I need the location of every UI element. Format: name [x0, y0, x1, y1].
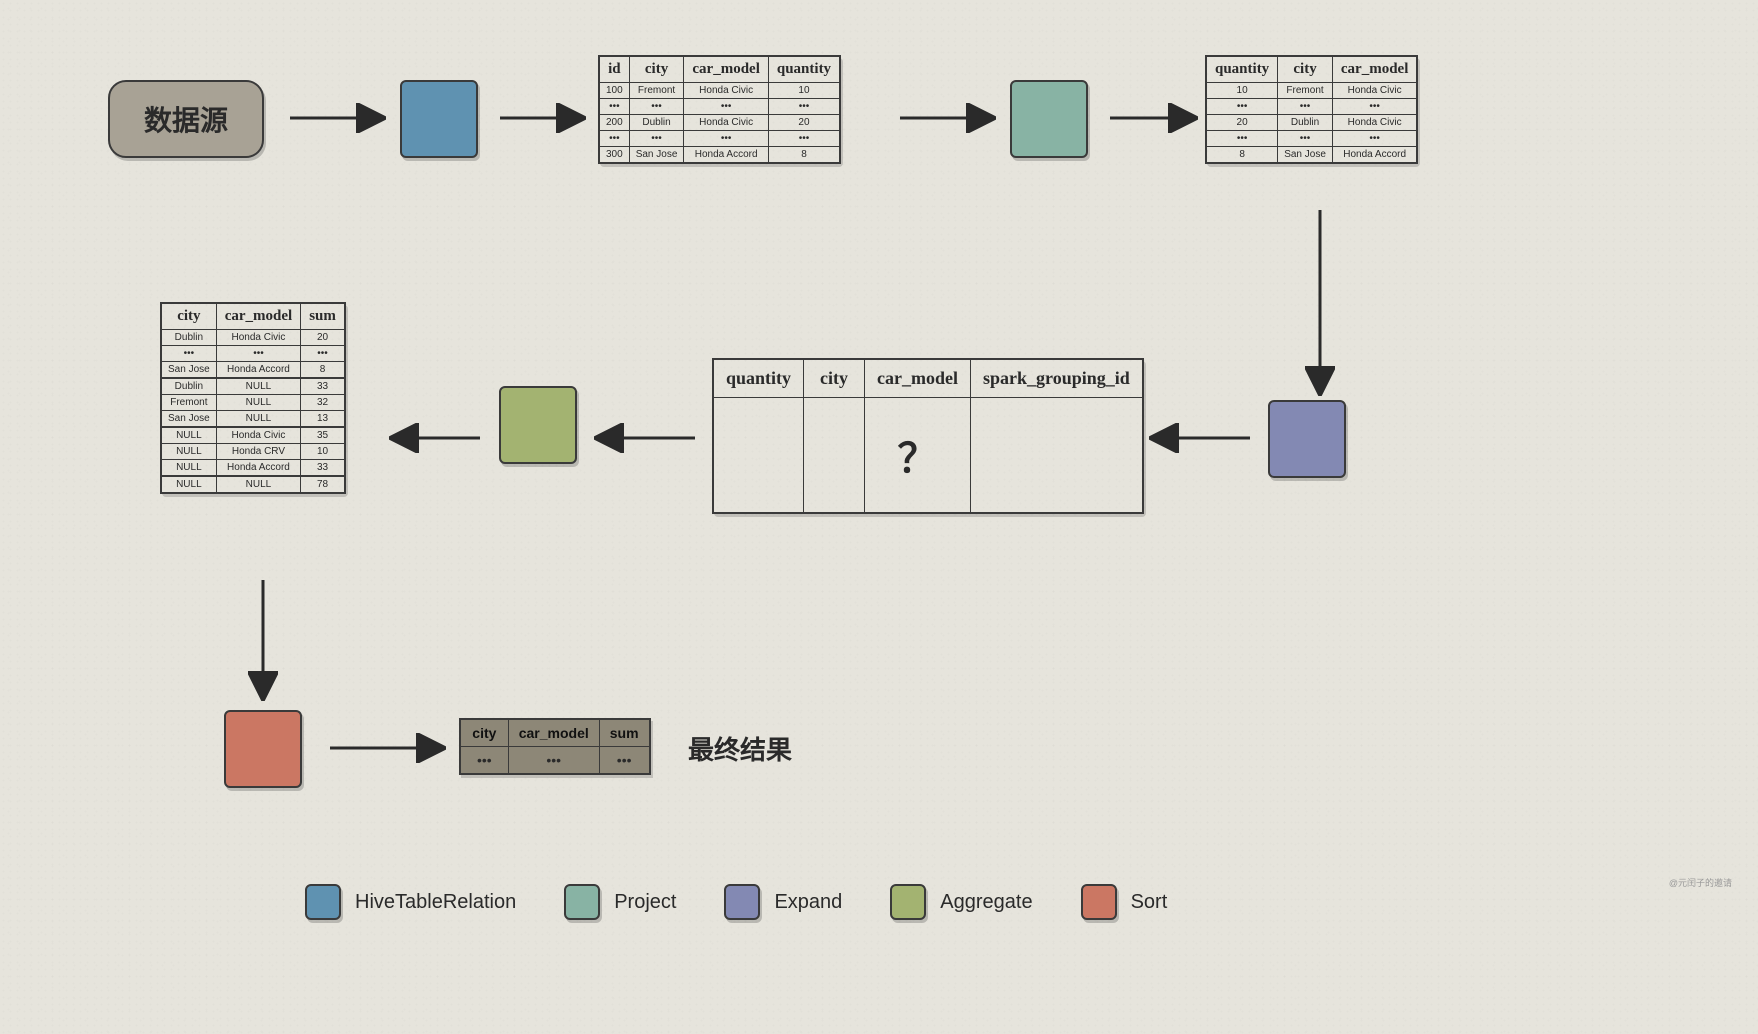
legend-aggregate: Aggregate	[890, 884, 1032, 920]
legend-label: Aggregate	[940, 891, 1032, 914]
arrows-layer	[0, 0, 1758, 1034]
legend: HiveTableRelation Project Expand Aggrega…	[305, 884, 1167, 920]
legend-label: HiveTableRelation	[355, 891, 516, 914]
legend-expand: Expand	[724, 884, 842, 920]
legend-label: Expand	[774, 891, 842, 914]
legend-swatch-purple	[724, 884, 760, 920]
legend-sort: Sort	[1081, 884, 1168, 920]
legend-label: Sort	[1131, 891, 1168, 914]
legend-project: Project	[564, 884, 676, 920]
legend-swatch-blue	[305, 884, 341, 920]
watermark: @元闰子的邀请	[1669, 876, 1732, 889]
legend-hive: HiveTableRelation	[305, 884, 516, 920]
legend-swatch-green	[890, 884, 926, 920]
legend-swatch-teal	[564, 884, 600, 920]
legend-swatch-red	[1081, 884, 1117, 920]
legend-label: Project	[614, 891, 676, 914]
